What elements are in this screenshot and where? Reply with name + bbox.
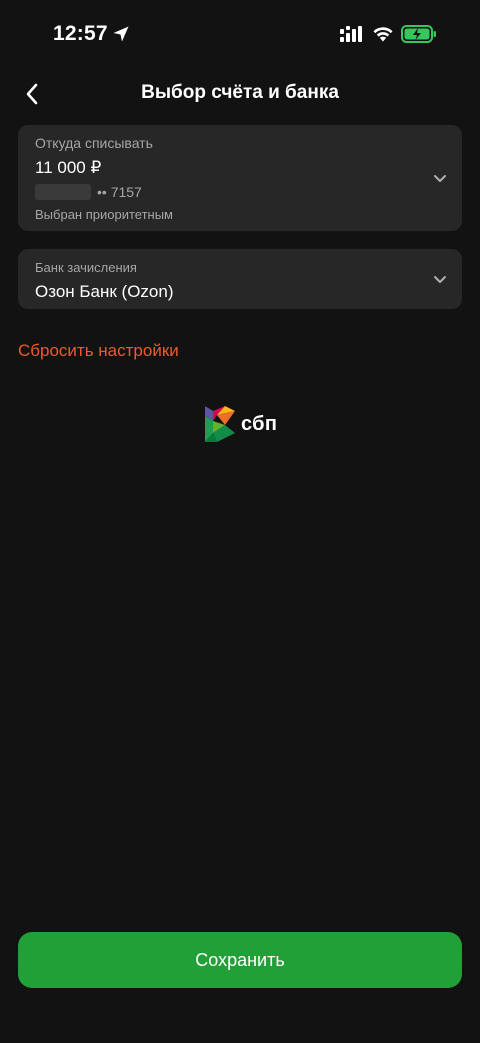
wifi-icon [373, 27, 393, 42]
sbp-logo: сбп [204, 404, 278, 444]
masked-account-name [35, 184, 91, 200]
account-number-suffix: •• 7157 [97, 184, 142, 200]
chevron-down-icon [434, 175, 446, 182]
sbp-logo-text: сбп [241, 412, 278, 435]
battery-icon [401, 25, 436, 43]
nav-bar: Выбор счёта и банка [0, 72, 480, 114]
chevron-down-icon [434, 276, 446, 283]
recipient-bank-selector[interactable]: Банк зачисления Озон Банк (Ozon) [18, 249, 462, 309]
status-time: 12:57 [53, 22, 108, 45]
cellular-signal-icon [340, 26, 362, 42]
from-account-label: Откуда списывать [35, 135, 153, 151]
save-button[interactable]: Сохранить [18, 932, 462, 988]
status-bar: 12:57 [0, 0, 480, 72]
page-title: Выбор счёта и банка [141, 82, 339, 103]
from-account-selector[interactable]: Откуда списывать 11 000 ₽ •• 7157 Выбран… [18, 125, 462, 231]
priority-note: Выбран приоритетным [35, 207, 173, 222]
recipient-bank-value: Озон Банк (Ozon) [35, 282, 174, 301]
reset-settings-link[interactable]: Сбросить настройки [18, 341, 179, 361]
account-number-row: •• 7157 [35, 183, 142, 201]
account-balance: 11 000 ₽ [35, 158, 102, 177]
location-arrow-icon [113, 26, 129, 42]
sbp-logo-icon [205, 406, 235, 442]
recipient-bank-label: Банк зачисления [35, 260, 137, 275]
